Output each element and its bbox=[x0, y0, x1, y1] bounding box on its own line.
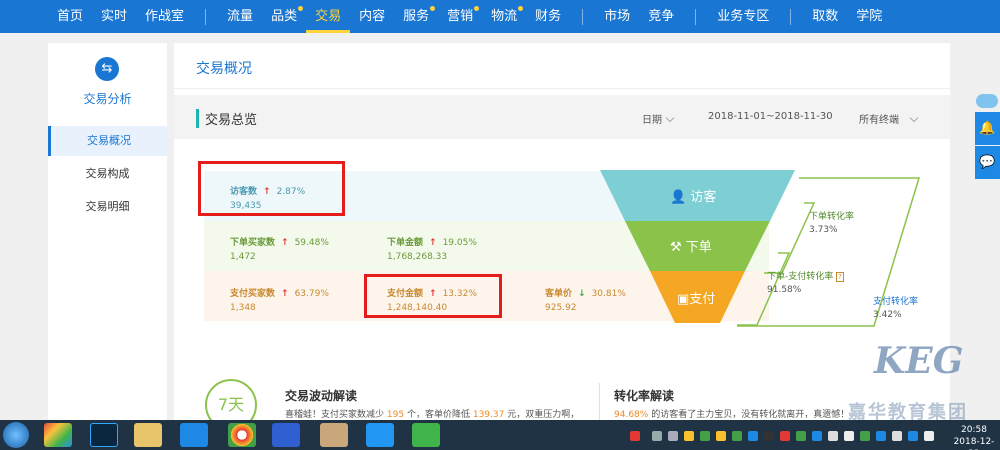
sidebar-item-trade-composition[interactable]: 交易构成 bbox=[48, 159, 167, 189]
conversion-order-pay: 下单-支付转化率 ? 91.58% bbox=[767, 269, 844, 295]
nav-traffic[interactable]: 流量 bbox=[218, 0, 262, 33]
conversion-value: 3.73% bbox=[809, 225, 838, 235]
tray-icon[interactable] bbox=[700, 431, 710, 441]
avatar-app-icon[interactable] bbox=[320, 423, 348, 447]
hammer-icon: ⚒ bbox=[670, 240, 682, 255]
nav-divider bbox=[205, 8, 207, 25]
system-clock[interactable]: 20:58 2018-12-22 bbox=[950, 424, 998, 450]
folder-icon[interactable] bbox=[134, 423, 162, 447]
conversion-value: 3.42% bbox=[873, 310, 902, 320]
tray-icon[interactable] bbox=[892, 431, 902, 441]
wechat-tray-icon[interactable] bbox=[796, 431, 806, 441]
funnel-label-pay: ▣支付 bbox=[677, 292, 716, 307]
browser-u-icon[interactable] bbox=[180, 423, 208, 447]
sidebar-item-trade-overview[interactable]: 交易概况 bbox=[48, 126, 167, 156]
tray-icon[interactable] bbox=[668, 431, 678, 441]
sogou-icon[interactable] bbox=[630, 431, 640, 441]
notification-dot bbox=[474, 6, 480, 11]
nav-finance[interactable]: 财务 bbox=[526, 0, 570, 33]
conversion-funnel bbox=[600, 170, 921, 327]
fluctuation-title: 交易波动解读 bbox=[285, 389, 358, 403]
chat-icon: 💬 bbox=[979, 155, 996, 170]
nav-market[interactable]: 市场 bbox=[595, 0, 639, 33]
tray-icon[interactable] bbox=[828, 431, 838, 441]
photoshop-icon[interactable] bbox=[90, 423, 118, 447]
conversion-analysis-title: 转化率解读 bbox=[614, 389, 675, 403]
nav-divider bbox=[582, 8, 584, 25]
tray-icon[interactable] bbox=[908, 431, 918, 441]
internet-explorer-icon[interactable] bbox=[366, 423, 394, 447]
nav-service[interactable]: 服务 bbox=[394, 0, 438, 33]
sidebar-title: 交易分析 bbox=[83, 92, 132, 106]
nav-business-zone[interactable]: 业务专区 bbox=[708, 0, 778, 33]
clock-time: 20:58 bbox=[961, 425, 987, 435]
notification-button[interactable]: 🔔 bbox=[975, 112, 1000, 145]
tray-icon[interactable] bbox=[812, 431, 822, 441]
nav-divider bbox=[695, 8, 697, 25]
nav-marketing[interactable]: 营销 bbox=[438, 0, 482, 33]
nav-content[interactable]: 内容 bbox=[350, 0, 394, 33]
chrome-icon[interactable] bbox=[228, 423, 256, 447]
main-panel: 交易概况 交易总览 日期 2018-11-01~2018-11-30 所有终端 … bbox=[174, 43, 950, 431]
notification-dot bbox=[430, 6, 436, 11]
fluctuation-text: 喜稽蛙！支付买家数减少 195 个，客单价降低 139.37 元，双重压力啊， bbox=[285, 410, 580, 420]
nav-category[interactable]: 品类 bbox=[262, 0, 306, 33]
wps-icon[interactable] bbox=[272, 423, 300, 447]
funnel-label-visitors: 👤 访客 bbox=[670, 190, 717, 205]
conversion-order: 下单转化率 3.73% bbox=[809, 209, 854, 235]
cloud-icon bbox=[976, 94, 998, 108]
notification-dot bbox=[298, 6, 304, 11]
nav-trade[interactable]: 交易 bbox=[306, 0, 351, 33]
trade-analysis-icon: ⇆ bbox=[95, 57, 119, 81]
start-button-icon[interactable] bbox=[3, 422, 29, 448]
nav-home[interactable]: 首页 bbox=[48, 0, 92, 33]
tray-icon[interactable] bbox=[652, 431, 662, 441]
nav-divider bbox=[790, 8, 792, 25]
conversion-total: 支付转化率 3.42% bbox=[873, 294, 918, 320]
conversion-label: 下单-支付转化率 bbox=[767, 272, 834, 282]
chat-button[interactable]: 💬 bbox=[975, 146, 1000, 179]
tray-icon[interactable] bbox=[684, 431, 694, 441]
nav-academy[interactable]: 学院 bbox=[847, 0, 891, 33]
conversion-value: 91.58% bbox=[767, 285, 802, 295]
wechat-icon[interactable] bbox=[412, 423, 440, 447]
funnel-label-order: ⚒ 下单 bbox=[670, 240, 712, 255]
nav-competition[interactable]: 竞争 bbox=[639, 0, 683, 33]
tray-icon[interactable] bbox=[780, 431, 790, 441]
top-navigation: 首页 实时 作战室 流量 品类 交易 内容 服务 营销 物流 财务 市场 竞争 … bbox=[0, 0, 1000, 33]
nav-logistics[interactable]: 物流 bbox=[482, 0, 526, 33]
tray-icon[interactable] bbox=[876, 431, 886, 441]
tray-icon[interactable] bbox=[716, 431, 726, 441]
sidebar-item-trade-details[interactable]: 交易明细 bbox=[48, 192, 167, 222]
nav-realtime[interactable]: 实时 bbox=[92, 0, 136, 33]
help-icon[interactable]: ? bbox=[836, 272, 844, 282]
nav-war-room[interactable]: 作战室 bbox=[136, 0, 193, 33]
watermark-logo: KEG bbox=[874, 340, 964, 382]
card-icon: ▣ bbox=[677, 292, 690, 307]
tray-icon[interactable] bbox=[860, 431, 870, 441]
conversion-label: 支付转化率 bbox=[873, 297, 919, 307]
conversion-analysis-text: 94.68% 的访客看了主力宝贝，没有转化就离开，真遗憾！ bbox=[614, 410, 850, 420]
tray-icon[interactable] bbox=[924, 431, 934, 441]
tray-icon[interactable] bbox=[732, 431, 742, 441]
clock-date: 2018-12-22 bbox=[953, 437, 995, 450]
notification-dot bbox=[518, 6, 524, 11]
nav-data-fetch[interactable]: 取数 bbox=[803, 0, 847, 33]
app-icon-pinwheel[interactable] bbox=[44, 423, 72, 447]
section-divider bbox=[599, 383, 600, 423]
sidebar: ⇆ 交易分析 交易概况 交易构成 交易明细 bbox=[48, 43, 167, 420]
volume-icon[interactable] bbox=[844, 431, 854, 441]
conversion-label: 下单转化率 bbox=[809, 212, 855, 222]
tray-icon[interactable] bbox=[764, 431, 774, 441]
tray-icon[interactable] bbox=[748, 431, 758, 441]
user-icon: 👤 bbox=[670, 190, 687, 205]
bell-icon: 🔔 bbox=[979, 121, 996, 136]
